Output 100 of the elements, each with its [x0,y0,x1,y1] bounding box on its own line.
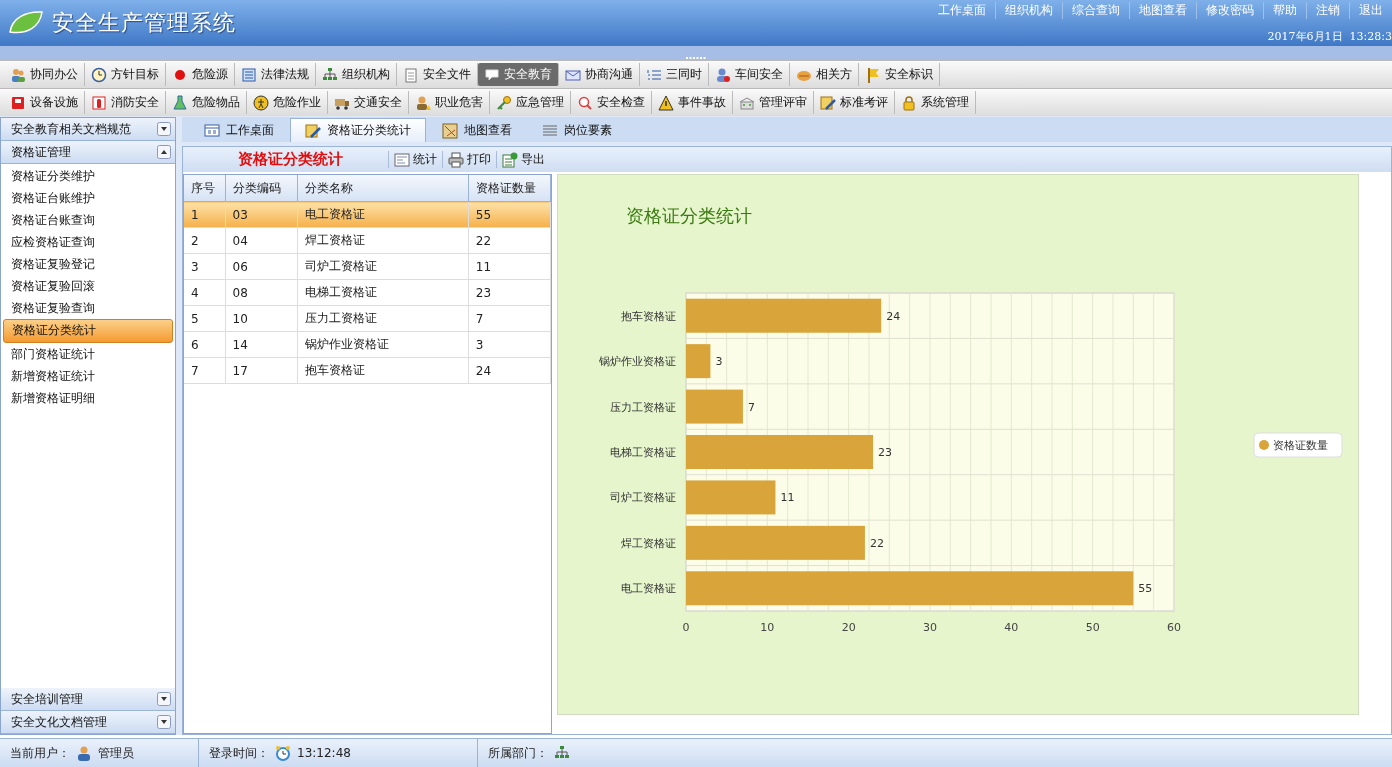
toolbar-button[interactable]: 安全教育 [478,63,559,86]
toolbar-button[interactable]: 设备设施 [4,91,85,114]
axis-tick-label: 50 [1085,621,1100,634]
accordion-header[interactable]: 安全文化文档管理 [1,711,175,734]
alarm-clock-icon [275,745,291,761]
sidebar-item[interactable]: 资格证分类统计 [3,319,173,343]
sidebar-item[interactable]: 新增资格证统计 [3,365,173,387]
toolbar-button[interactable]: 打印 [442,151,496,168]
toolbar-button[interactable]: 方针目标 [85,63,166,86]
accordion-header[interactable]: 资格证管理 [1,141,175,164]
accordion-header[interactable]: 安全培训管理 [1,688,175,711]
toolbar-button[interactable]: 协同办公 [4,63,85,86]
tab[interactable]: 资格证分类统计 [290,118,426,142]
window-icon [204,122,220,139]
expand-icon[interactable] [157,122,171,136]
toolbar-button[interactable]: 车间安全 [709,63,790,86]
sidebar-item[interactable]: 新增资格证明细 [3,387,173,409]
toolbar-button[interactable]: 导出 [496,151,550,168]
user-label: 当前用户： [10,744,70,762]
tab[interactable]: 岗位要素 [528,119,626,142]
table-cell: 焊工资格证 [297,227,469,254]
column-header[interactable]: 分类名称 [297,175,469,202]
table-row[interactable]: 6 14 锅炉作业资格证 3 [184,331,551,358]
toolbar-button[interactable]: 组织机构 [316,63,397,86]
table-cell: 电工资格证 [297,201,469,228]
table-row[interactable]: 7 17 抱车资格证 24 [184,357,551,384]
flask-icon [172,94,188,111]
data-label: 55 [1138,582,1153,596]
sidebar-item[interactable]: 资格证台账查询 [3,209,173,231]
pencil-icon [820,94,836,111]
table-cell: 2 [184,227,226,254]
sidebar-item[interactable]: 资格证复验查询 [3,297,173,319]
date-time: 2017年6月1日 13:28:3 [1267,29,1392,44]
toolbar-button[interactable]: 应急管理 [490,91,571,114]
column-header[interactable]: 资格证数量 [468,175,551,202]
sidebar-item[interactable]: 部门资格证统计 [3,343,173,365]
toolbar-button[interactable]: 交通安全 [328,91,409,114]
lines-icon [542,122,558,139]
table-cell: 17 [225,357,297,384]
tab[interactable]: 工作桌面 [190,119,288,142]
table-row[interactable]: 4 08 电梯工资格证 23 [184,279,551,306]
expand-icon[interactable] [157,715,171,729]
axis-tick-label: 0 [682,621,690,634]
collapse-icon[interactable] [157,145,171,159]
toolbar-button[interactable]: 安全文件 [397,63,478,86]
table-row[interactable]: 1 03 电工资格证 55 [184,201,551,228]
toolbar-button[interactable]: 危险物品 [166,91,247,114]
user-name: 管理员 [98,744,134,762]
splitter-handle[interactable] [686,57,706,60]
accordion-header[interactable]: 安全教育相关文档规范 [1,118,175,141]
table-row[interactable]: 5 10 压力工资格证 7 [184,305,551,332]
toolbar-button[interactable]: 安全标识 [859,63,940,86]
expand-icon[interactable] [157,692,171,706]
people-icon [10,66,26,83]
toolbar-button[interactable]: 安全检查 [571,91,652,114]
table-cell: 14 [225,331,297,358]
column-header[interactable]: 分类编码 [225,175,297,202]
column-header[interactable]: 序号 [184,175,226,202]
sidebar-item[interactable]: 资格证分类维护 [3,165,173,187]
table-cell: 锅炉作业资格证 [297,331,469,358]
table-cell: 08 [225,279,297,306]
data-label: 3 [715,355,723,369]
sidebar-item[interactable]: 应检资格证查询 [3,231,173,253]
login-time: 13:12:48 [297,746,351,760]
toolbar-button[interactable]: 危险源 [166,63,235,86]
table-cell: 06 [225,253,297,280]
lock-icon [901,94,917,111]
person-icon [715,66,731,83]
pencil-icon [305,122,321,139]
toolbar-button[interactable]: 协商沟通 [559,63,640,86]
notepad-icon [403,66,419,83]
data-label: 23 [878,446,893,459]
toolbar-button[interactable]: 系统管理 [895,91,976,114]
toolbar-button[interactable]: 标准考评 [814,91,895,114]
tab[interactable]: 地图查看 [428,119,526,142]
magnifier-icon [577,94,593,111]
toolbar-button[interactable]: 三同时 [640,63,709,86]
category-label: 电梯工资格证 [610,446,676,459]
toolbar-button[interactable]: 职业危害 [409,91,490,114]
table-cell: 司炉工资格证 [297,253,469,280]
table-cell: 1 [184,201,226,228]
table-row[interactable]: 2 04 焊工资格证 22 [184,227,551,254]
toolbar-button[interactable]: 相关方 [790,63,859,86]
warning-icon [658,94,674,111]
table-cell: 7 [184,357,226,384]
toolbar-button[interactable]: 法律法规 [235,63,316,86]
sidebar-item[interactable]: 资格证复验登记 [3,253,173,275]
toolbar-button[interactable]: 统计 [388,151,442,168]
table-cell: 24 [468,357,551,384]
sidebar-item[interactable]: 资格证复验回滚 [3,275,173,297]
toolbar-button[interactable]: 事件事故 [652,91,733,114]
table-cell: 7 [468,305,551,332]
axis-tick-label: 60 [1167,621,1181,634]
toolbar-button[interactable]: 管理评审 [733,91,814,114]
category-label: 焊工资格证 [621,536,676,550]
tree-icon [322,66,338,83]
toolbar-button[interactable]: 危险作业 [247,91,328,114]
sidebar-item[interactable]: 资格证台账维护 [3,187,173,209]
toolbar-button[interactable]: 消防安全 [85,91,166,114]
table-row[interactable]: 3 06 司炉工资格证 11 [184,253,551,280]
